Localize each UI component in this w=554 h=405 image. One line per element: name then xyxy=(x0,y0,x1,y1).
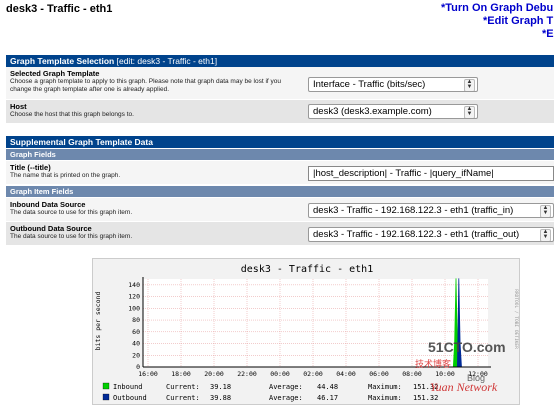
x-tick-label: 06:00 xyxy=(369,370,389,378)
outbound-data-source-row: Outbound Data Source The data source to … xyxy=(6,222,554,246)
inbound-label-block: Inbound Data Source The data source to u… xyxy=(10,200,300,217)
field-label: Inbound Data Source xyxy=(10,200,86,209)
graph-svg: desk3 - Traffic - eth1 bits per second R… xyxy=(94,264,519,402)
traffic-graph: desk3 - Traffic - eth1 bits per second R… xyxy=(92,258,520,405)
x-tick-label: 22:00 xyxy=(237,370,257,378)
select-value: desk3 - Traffic - 192.168.122.3 - eth1 (… xyxy=(313,205,514,216)
y-tick-label: 120 xyxy=(128,293,140,301)
select-arrows-icon: ▲ ▼ xyxy=(540,229,551,241)
turn-on-graph-debug-link[interactable]: *Turn On Graph Debu xyxy=(441,2,553,14)
x-tick-label: 08:00 xyxy=(402,370,422,378)
legend-average-value: 46.17 xyxy=(317,394,338,402)
host-row: Host Choose the host that this graph bel… xyxy=(6,100,554,124)
watermark-site: 51CTO.com xyxy=(428,339,506,355)
field-label: Title (--title) xyxy=(10,163,51,172)
section-title: Graph Template Selection xyxy=(10,56,115,66)
title-label-block: Title (--title) The name that is printed… xyxy=(10,163,300,180)
legend-maximum-label: Maximum: xyxy=(368,383,402,391)
x-tick-label: 04:00 xyxy=(336,370,356,378)
y-tick-label: 100 xyxy=(128,304,140,312)
supplemental-data-header: Supplemental Graph Template Data xyxy=(6,136,554,148)
legend-series-name: Inbound xyxy=(113,383,143,391)
inbound-data-source-row: Inbound Data Source The data source to u… xyxy=(6,198,554,222)
legend: Inbound Current: 39.18 Average: 44.48 Maximum… xyxy=(102,382,438,402)
y-tick-label: 140 xyxy=(128,281,140,289)
selected-graph-template-label-block: Selected Graph Template Choose a graph t… xyxy=(10,69,300,94)
legend-current-label: Current: xyxy=(166,383,200,391)
x-tick-label: 16:00 xyxy=(138,370,158,378)
watermark-network: Yuan Network xyxy=(430,380,498,394)
legend-swatch xyxy=(102,393,110,401)
outbound-data-source-select[interactable]: desk3 - Traffic - 192.168.122.3 - eth1 (… xyxy=(308,227,554,242)
y-tick-label: 20 xyxy=(132,351,140,359)
legend-current-value: 39.88 xyxy=(210,394,231,402)
page-title: desk3 - Traffic - eth1 xyxy=(6,3,113,15)
legend-maximum-label: Maximum: xyxy=(368,394,402,402)
inbound-data-source-select[interactable]: desk3 - Traffic - 192.168.122.3 - eth1 (… xyxy=(308,203,554,218)
edit-graph-template-link[interactable]: *Edit Graph T xyxy=(483,15,553,27)
legend-current-value: 39.18 xyxy=(210,383,231,391)
legend-swatch xyxy=(102,382,110,390)
graph-title: desk3 - Traffic - eth1 xyxy=(241,264,373,275)
graph-fields-subheader: Graph Fields xyxy=(6,149,554,160)
watermark-cn: 技术博客 xyxy=(415,358,451,369)
outbound-label-block: Outbound Data Source The data source to … xyxy=(10,224,300,241)
y-tick-label: 40 xyxy=(132,340,140,348)
field-description: Choose the host that this graph belongs … xyxy=(10,111,134,118)
rrdtool-side-label: RRDTOOL / TOBI OETIKER xyxy=(513,289,519,349)
legend-average-label: Average: xyxy=(269,383,303,391)
host-label-block: Host Choose the host that this graph bel… xyxy=(10,102,300,119)
select-value: desk3 (desk3.example.com) xyxy=(313,106,432,117)
x-tick-label: 00:00 xyxy=(270,370,290,378)
graph-template-select[interactable]: Interface - Traffic (bits/sec) ▲ ▼ xyxy=(308,77,478,92)
title-field-row: Title (--title) The name that is printed… xyxy=(6,161,554,185)
x-tick-label: 02:00 xyxy=(303,370,323,378)
x-tick-label: 18:00 xyxy=(171,370,191,378)
legend-average-label: Average: xyxy=(269,394,303,402)
legend-maximum-value: 151.32 xyxy=(413,394,438,402)
legend-current-label: Current: xyxy=(166,394,200,402)
y-tick-labels: 020406080100120140 xyxy=(128,281,140,371)
select-value: Interface - Traffic (bits/sec) xyxy=(313,79,426,90)
field-label: Host xyxy=(10,102,27,111)
legend-series-name: Outbound xyxy=(113,394,147,402)
field-label: Selected Graph Template xyxy=(10,69,100,78)
input-value: |host_description| - Traffic - |query_if… xyxy=(313,168,494,179)
host-select[interactable]: desk3 (desk3.example.com) ▲ ▼ xyxy=(308,104,478,119)
select-arrows-icon: ▲ ▼ xyxy=(540,205,551,217)
select-arrows-icon: ▲ ▼ xyxy=(464,79,475,91)
edit-link[interactable]: *E xyxy=(542,28,554,40)
y-axis-label: bits per second xyxy=(94,292,102,351)
field-label: Outbound Data Source xyxy=(10,224,92,233)
select-value: desk3 - Traffic - 192.168.122.3 - eth1 (… xyxy=(313,229,520,240)
x-tick-label: 10:00 xyxy=(435,370,455,378)
x-tick-label: 20:00 xyxy=(204,370,224,378)
field-description: The name that is printed on the graph. xyxy=(10,172,121,179)
select-arrows-icon: ▲ ▼ xyxy=(464,106,475,118)
field-description: The data source to use for this graph it… xyxy=(10,233,133,240)
y-tick-label: 80 xyxy=(132,316,140,324)
x-tick-labels: 16:00 18:00 20:00 22:00 00:00 02:00 04:00 06:00… xyxy=(138,370,488,378)
graph-title-input[interactable]: |host_description| - Traffic - |query_if… xyxy=(308,166,554,181)
graph-item-fields-subheader: Graph Item Fields xyxy=(6,186,554,197)
section-title: Supplemental Graph Template Data xyxy=(10,137,153,147)
graph-template-selection-header: Graph Template Selection [edit: desk3 - … xyxy=(6,55,554,67)
section-subtitle: [edit: desk3 - Traffic - eth1] xyxy=(116,56,218,66)
selected-graph-template-row: Selected Graph Template Choose a graph t… xyxy=(6,67,554,100)
y-tick-label: 60 xyxy=(132,328,140,336)
field-description: The data source to use for this graph it… xyxy=(10,209,133,216)
field-description: Choose a graph template to apply to this… xyxy=(10,78,282,93)
legend-average-value: 44.48 xyxy=(317,383,338,391)
